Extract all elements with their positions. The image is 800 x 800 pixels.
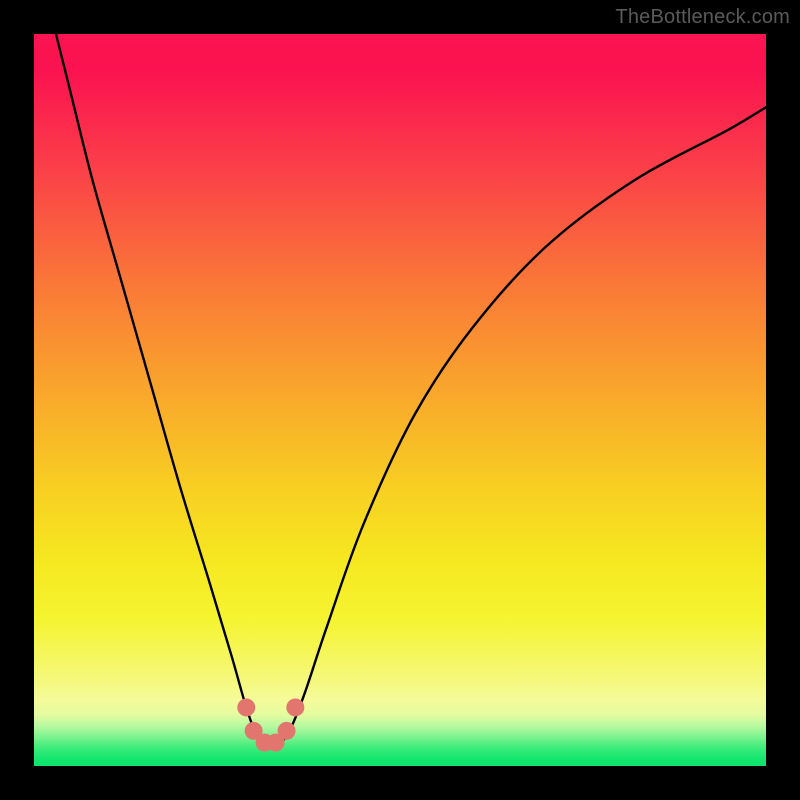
curve-marker bbox=[286, 698, 304, 716]
attribution-text: TheBottleneck.com bbox=[615, 6, 790, 29]
curve-markers bbox=[237, 698, 304, 751]
bottleneck-curve bbox=[56, 34, 766, 748]
plot-area bbox=[34, 34, 766, 766]
curve-svg bbox=[34, 34, 766, 766]
curve-marker bbox=[278, 722, 296, 740]
chart-frame: TheBottleneck.com bbox=[0, 0, 800, 800]
curve-marker bbox=[237, 698, 255, 716]
